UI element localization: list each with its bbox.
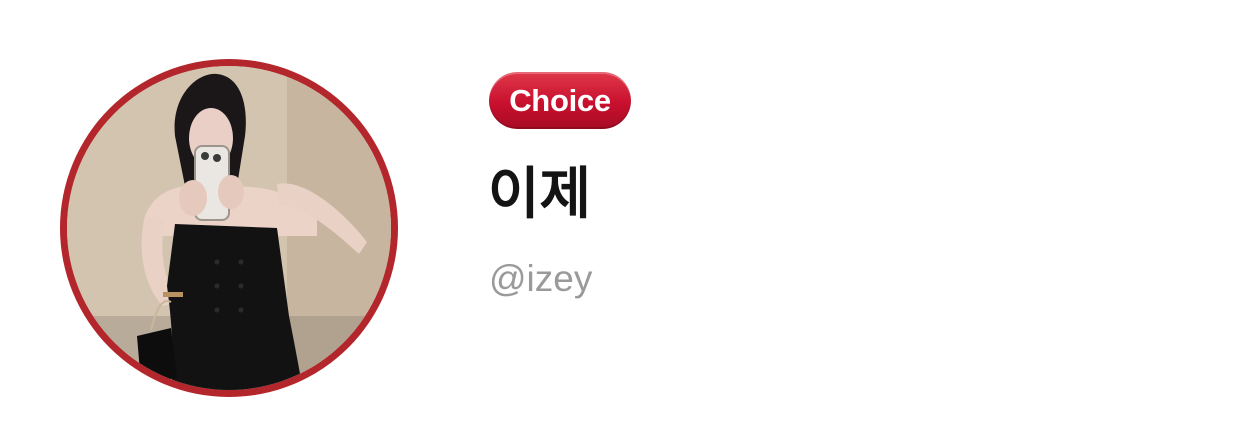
display-name: 이제 (488, 162, 592, 227)
choice-badge: Choice (489, 72, 631, 129)
user-handle: @izey (489, 258, 593, 299)
avatar-photo (67, 66, 391, 390)
profile-card: Choice 이제 @izey (0, 0, 1256, 448)
avatar[interactable] (67, 66, 391, 390)
